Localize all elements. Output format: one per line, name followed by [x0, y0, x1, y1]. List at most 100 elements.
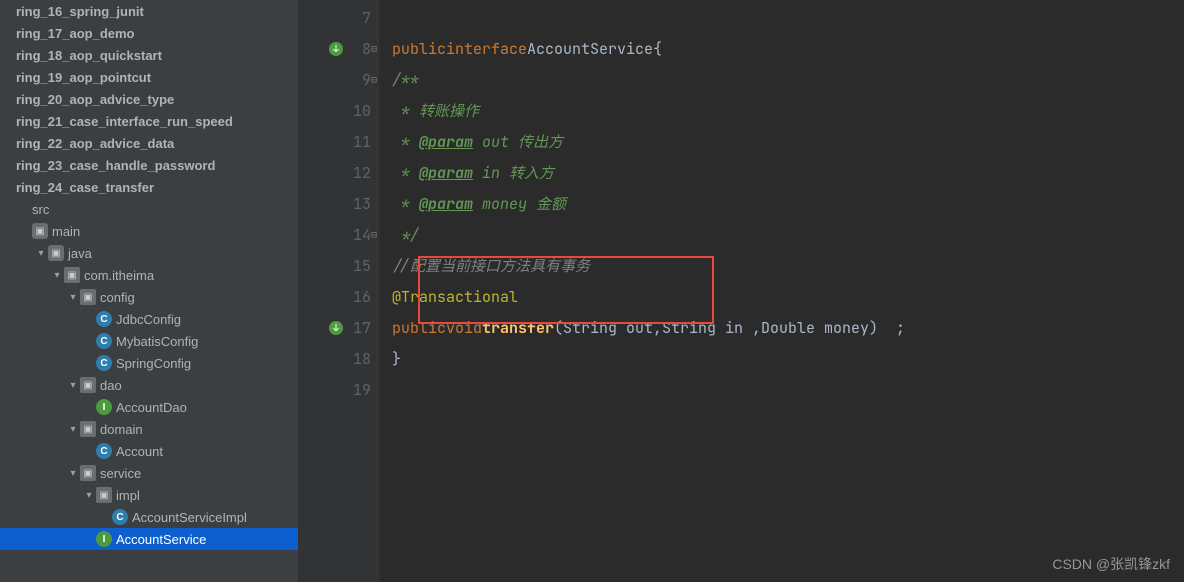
tree-item-label: ring_18_aop_quickstart	[16, 48, 162, 63]
gutter-line[interactable]: 16	[298, 281, 379, 312]
tree-item-MybatisConfig[interactable]: MybatisConfig	[0, 330, 298, 352]
gutter-line[interactable]: 13	[298, 188, 379, 219]
folder-icon	[48, 245, 64, 261]
javadoc-tag: @param	[419, 132, 473, 152]
tree-item-config[interactable]: config	[0, 286, 298, 308]
tree-item-ring_20_aop_advice_type[interactable]: ring_20_aop_advice_type	[0, 88, 298, 110]
gutter-line[interactable]: 7	[298, 2, 379, 33]
cls-icon	[112, 509, 128, 525]
javadoc: *	[392, 194, 419, 214]
tree-item-label: config	[100, 290, 135, 305]
editor-gutter: 78⊟9⊟1011121314⊟1516171819	[298, 0, 380, 582]
tree-item-ring_24_case_transfer[interactable]: ring_24_case_transfer	[0, 176, 298, 198]
line-comment: //配置当前接口方法具有事务	[392, 255, 590, 276]
tree-item-ring_18_aop_quickstart[interactable]: ring_18_aop_quickstart	[0, 44, 298, 66]
method-name: transfer	[482, 318, 554, 338]
tree-item-label: com.itheima	[84, 268, 154, 283]
tree-item-ring_16_spring_junit[interactable]: ring_16_spring_junit	[0, 0, 298, 22]
tree-item-Account[interactable]: Account	[0, 440, 298, 462]
javadoc: *	[392, 132, 419, 152]
tree-item-label: ring_17_aop_demo	[16, 26, 135, 41]
tree-item-main[interactable]: main	[0, 220, 298, 242]
tree-item-label: MybatisConfig	[116, 334, 198, 349]
override-down-icon[interactable]	[329, 42, 343, 56]
tree-item-label: AccountServiceImpl	[132, 510, 247, 525]
javadoc: *	[392, 163, 419, 183]
tree-item-ring_19_aop_pointcut[interactable]: ring_19_aop_pointcut	[0, 66, 298, 88]
type-name: AccountService	[527, 39, 653, 59]
gutter-line[interactable]: 14⊟	[298, 219, 379, 250]
tree-item-label: main	[52, 224, 80, 239]
gutter-line[interactable]: 11	[298, 126, 379, 157]
gutter-line[interactable]: 8⊟	[298, 33, 379, 64]
gutter-line[interactable]: 12	[298, 157, 379, 188]
tree-item-label: ring_16_spring_junit	[16, 4, 144, 19]
tree-item-label: AccountService	[116, 532, 206, 547]
expand-arrow-icon[interactable]	[34, 248, 48, 259]
expand-arrow-icon[interactable]	[66, 468, 80, 479]
gutter-line[interactable]: 10	[298, 95, 379, 126]
tree-item-label: ring_23_case_handle_password	[16, 158, 215, 173]
keyword: interface	[446, 39, 527, 59]
javadoc: out 传出方	[473, 131, 563, 152]
expand-arrow-icon[interactable]	[66, 292, 80, 303]
tree-item-com.itheima[interactable]: com.itheima	[0, 264, 298, 286]
tree-item-label: ring_20_aop_advice_type	[16, 92, 174, 107]
javadoc: * 转账操作	[392, 100, 479, 121]
cls-icon	[96, 311, 112, 327]
project-tree[interactable]: ring_16_spring_junit ring_17_aop_demoring…	[0, 0, 298, 582]
javadoc: /**	[392, 70, 419, 90]
tree-item-label: ring_21_case_interface_run_speed	[16, 114, 233, 129]
tree-item-AccountServiceImpl[interactable]: AccountServiceImpl	[0, 506, 298, 528]
gutter-line[interactable]: 18	[298, 343, 379, 374]
pkg-icon	[80, 377, 96, 393]
tree-item-ring_21_case_interface_run_speed[interactable]: ring_21_case_interface_run_speed	[0, 110, 298, 132]
keyword: void	[446, 318, 482, 338]
pkg-icon	[64, 267, 80, 283]
tree-item-label: java	[68, 246, 92, 261]
tree-item-label: Account	[116, 444, 163, 459]
expand-arrow-icon[interactable]	[50, 270, 64, 281]
gutter-line[interactable]: 15	[298, 250, 379, 281]
tree-item-ring_22_aop_advice_data[interactable]: ring_22_aop_advice_data	[0, 132, 298, 154]
method-signature: (String out,String in ,Double money) ;	[554, 318, 905, 338]
tree-item-ring_17_aop_demo[interactable]: ring_17_aop_demo	[0, 22, 298, 44]
javadoc: money 金额	[473, 193, 566, 214]
tree-item-java[interactable]: java	[0, 242, 298, 264]
override-down-icon[interactable]	[329, 321, 343, 335]
int-icon	[96, 399, 112, 415]
tree-item-SpringConfig[interactable]: SpringConfig	[0, 352, 298, 374]
pkg-icon	[80, 289, 96, 305]
tree-item-ring_23_case_handle_password[interactable]: ring_23_case_handle_password	[0, 154, 298, 176]
tree-item-domain[interactable]: domain	[0, 418, 298, 440]
expand-arrow-icon[interactable]	[82, 490, 96, 501]
expand-arrow-icon[interactable]	[66, 380, 80, 391]
tree-item-JdbcConfig[interactable]: JdbcConfig	[0, 308, 298, 330]
tree-item-label: service	[100, 466, 141, 481]
tree-item-label: ring_22_aop_advice_data	[16, 136, 174, 151]
brace: }	[392, 349, 401, 369]
gutter-line[interactable]: 19	[298, 374, 379, 405]
tree-item-label: dao	[100, 378, 122, 393]
brace: {	[653, 39, 662, 59]
tree-item-service[interactable]: service	[0, 462, 298, 484]
tree-item-AccountDao[interactable]: AccountDao	[0, 396, 298, 418]
tree-item-label: impl	[116, 488, 140, 503]
tree-item-label: src	[32, 202, 49, 217]
pkg-icon	[96, 487, 112, 503]
cls-icon	[96, 443, 112, 459]
cls-icon	[96, 333, 112, 349]
tree-item-impl[interactable]: impl	[0, 484, 298, 506]
code-area[interactable]: public interface AccountService { /** * …	[380, 0, 1184, 582]
gutter-line[interactable]: 17	[298, 312, 379, 343]
code-editor[interactable]: 78⊟9⊟1011121314⊟1516171819 public interf…	[298, 0, 1184, 582]
tree-item-AccountService[interactable]: AccountService	[0, 528, 298, 550]
tree-item-label: AccountDao	[116, 400, 187, 415]
tree-item-dao[interactable]: dao	[0, 374, 298, 396]
tree-item-label: domain	[100, 422, 143, 437]
expand-arrow-icon[interactable]	[66, 424, 80, 435]
keyword: public	[392, 39, 446, 59]
gutter-line[interactable]: 9⊟	[298, 64, 379, 95]
cls-icon	[96, 355, 112, 371]
tree-item-src[interactable]: src	[0, 198, 298, 220]
